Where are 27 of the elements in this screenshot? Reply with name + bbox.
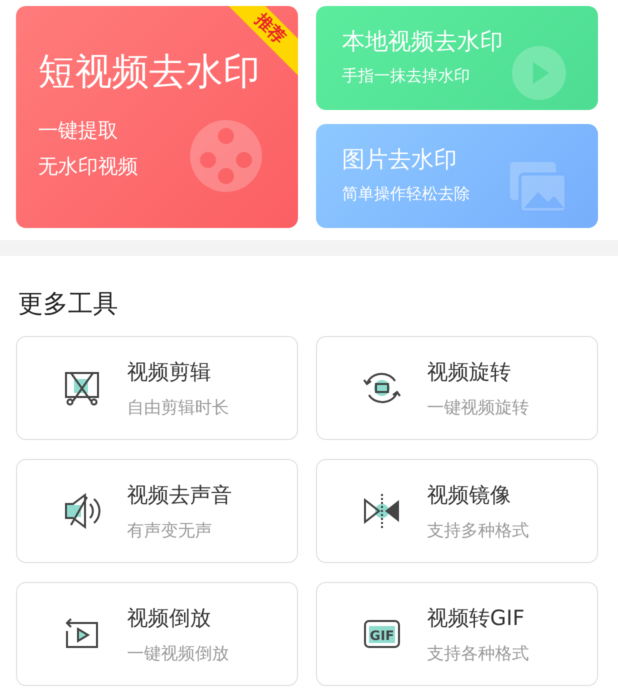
tool-title: 视频倒放 — [127, 604, 212, 632]
tool-subtitle: 一键视频倒放 — [127, 642, 229, 664]
tool-subtitle: 支持各种格式 — [427, 642, 529, 664]
tool-card[interactable]: GIF 视频转GIF 支持各种格式 — [316, 582, 598, 686]
feature-description: 手指一抹去掉水印 — [342, 64, 471, 87]
feature-description: 无水印视频 — [38, 153, 139, 180]
tool-subtitle: 自由剪辑时长 — [127, 396, 229, 418]
tool-card[interactable]: 视频旋转 一键视频旋转 — [316, 336, 598, 440]
tool-title: 视频转GIF — [427, 604, 526, 632]
section-title: 更多工具 — [18, 288, 119, 320]
tool-subtitle: 支持多种格式 — [427, 520, 529, 542]
feature-description: 简单操作轻松去除 — [342, 182, 471, 205]
tool-card[interactable]: 视频去声音 有声变无声 — [16, 459, 298, 563]
tool-title: 视频旋转 — [427, 358, 512, 386]
tool-title: 视频剪辑 — [127, 358, 212, 386]
tool-subtitle: 一键视频旋转 — [427, 396, 529, 418]
feature-title: 图片去水印 — [342, 147, 458, 175]
tool-card[interactable]: 视频倒放 一键视频倒放 — [16, 582, 298, 686]
tool-title: 视频去声音 — [127, 482, 232, 508]
feature-description: 一键提取 — [38, 117, 119, 144]
tool-subtitle: 有声变无声 — [127, 520, 213, 542]
tool-card[interactable]: 视频镜像 支持多种格式 — [316, 459, 598, 563]
tool-title: 视频镜像 — [427, 482, 512, 508]
tool-card[interactable]: 视频剪辑 自由剪辑时长 — [16, 336, 298, 440]
feature-title: 短视频去水印 — [38, 50, 261, 94]
feature-title: 本地视频去水印 — [342, 29, 504, 57]
play-icon — [510, 44, 568, 102]
